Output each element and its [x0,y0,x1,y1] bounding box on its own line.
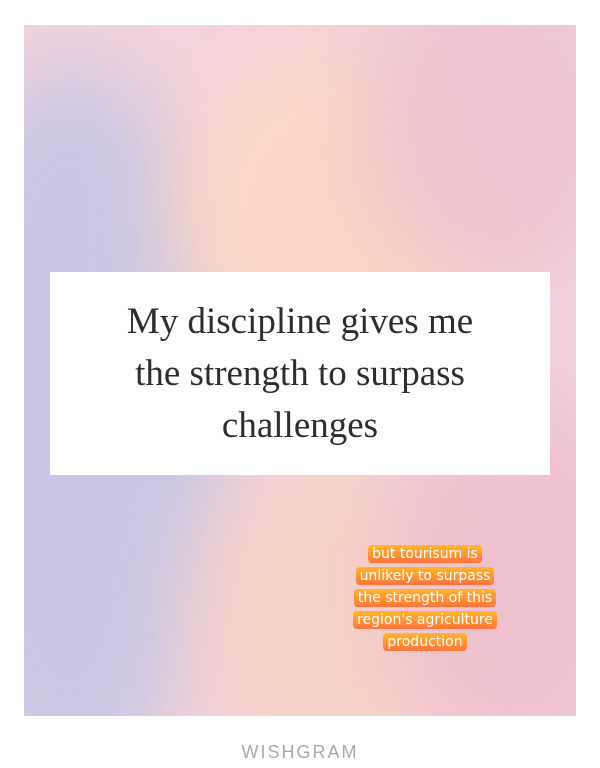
page: My discipline gives me the strength to s… [0,0,600,768]
caption-text: but tourisum is unlikely to surpass the … [353,545,497,651]
quote-text: My discipline gives me the strength to s… [126,300,474,446]
quote-box: My discipline gives me the strength to s… [50,272,550,475]
caption-highlight: but tourisum is unlikely to surpass the … [348,543,502,653]
brand-logo: WISHGRAM [241,742,359,762]
